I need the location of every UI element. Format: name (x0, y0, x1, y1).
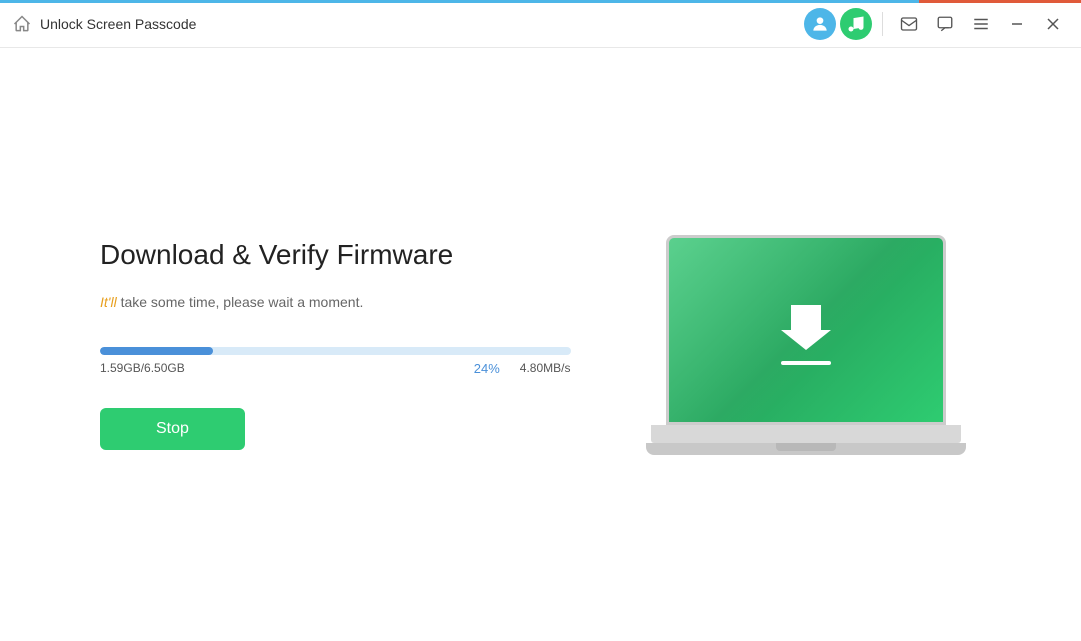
divider (882, 12, 883, 36)
app-title: Unlock Screen Passcode (40, 16, 804, 32)
minimize-button[interactable] (1001, 8, 1033, 40)
progress-size: 1.59GB/6.50GB (100, 361, 185, 376)
subtitle-text: It'll take some time, please wait a mome… (100, 291, 571, 313)
laptop-screen (666, 235, 946, 425)
subtitle-highlight: It'll (100, 294, 117, 310)
chat-button[interactable] (929, 8, 961, 40)
progress-speed: 4.80MB/s (520, 361, 571, 376)
laptop-illustration (646, 235, 966, 455)
music-button[interactable] (840, 8, 872, 40)
progress-percent: 24% (474, 361, 500, 376)
progress-bar-container (100, 347, 571, 355)
main-content: Download & Verify Firmware It'll take so… (0, 48, 1081, 641)
progress-bar-fill (100, 347, 213, 355)
right-panel (571, 235, 1042, 455)
menu-button[interactable] (965, 8, 997, 40)
progress-section: 1.59GB/6.50GB 24% 4.80MB/s (100, 341, 571, 376)
download-arrow-icon (776, 295, 836, 355)
titlebar-controls (804, 8, 1069, 40)
page-title: Download & Verify Firmware (100, 239, 571, 271)
laptop-notch (776, 443, 836, 451)
home-button[interactable] (12, 14, 32, 34)
laptop-body (651, 425, 961, 443)
titlebar: Unlock Screen Passcode (0, 0, 1081, 48)
user-avatar-button[interactable] (804, 8, 836, 40)
laptop-base (646, 443, 966, 455)
stop-button[interactable]: Stop (100, 408, 245, 450)
subtitle-rest: take some time, please wait a moment. (117, 294, 364, 310)
top-progress-bar (0, 0, 1081, 3)
close-button[interactable] (1037, 8, 1069, 40)
download-line (781, 361, 831, 365)
mail-button[interactable] (893, 8, 925, 40)
download-icon-wrap (776, 295, 836, 365)
left-panel: Download & Verify Firmware It'll take so… (40, 239, 571, 450)
progress-bottom: 1.59GB/6.50GB 24% 4.80MB/s (100, 361, 571, 376)
